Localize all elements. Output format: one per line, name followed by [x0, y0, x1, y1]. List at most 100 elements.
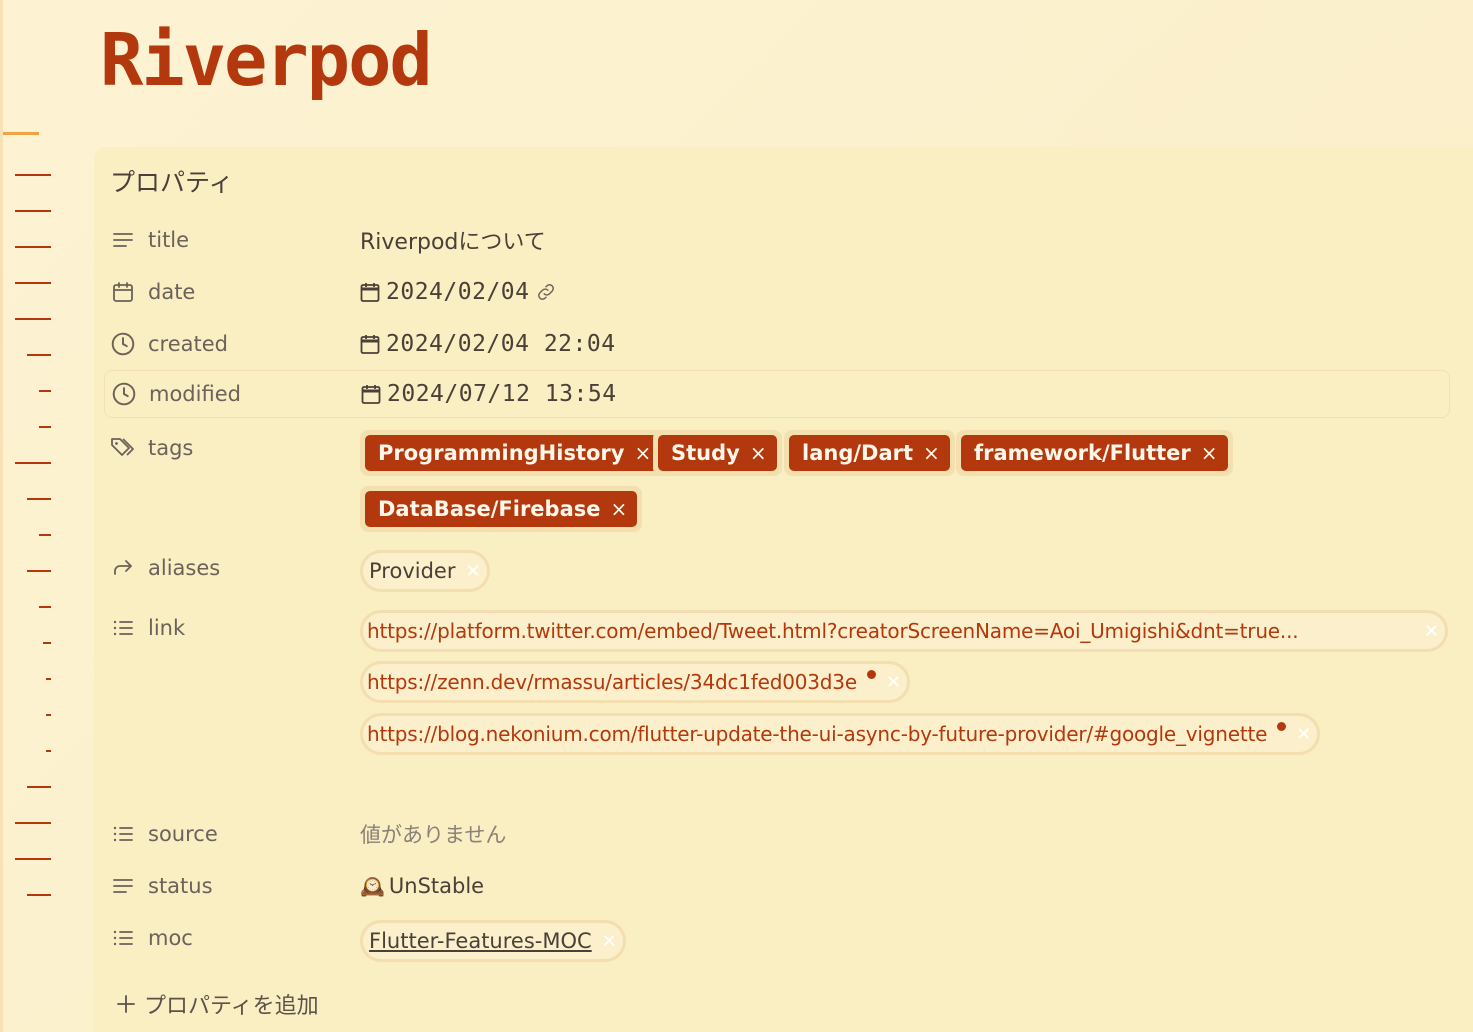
moc-chip[interactable]: Flutter-Features-MOC ✕: [360, 920, 626, 962]
outline-tick[interactable]: [15, 822, 51, 824]
status-value-text: UnStable: [388, 874, 485, 898]
outline-tick[interactable]: [46, 678, 51, 680]
property-row-title[interactable]: title Riverpodについて: [104, 218, 1450, 262]
remove-link-icon[interactable]: ✕: [1424, 621, 1439, 642]
property-row-moc[interactable]: moc: [104, 916, 1450, 960]
property-key-title[interactable]: title: [110, 218, 189, 262]
link-url[interactable]: https://zenn.dev/rmassu/articles/34dc1fe…: [367, 670, 857, 694]
tag-label: DataBase/Firebase: [378, 497, 601, 521]
text-lines-icon: [110, 227, 136, 253]
external-link-dot-icon: [866, 669, 876, 679]
property-row-date[interactable]: date 2024/02/04: [104, 270, 1450, 314]
property-key-modified[interactable]: modified: [111, 371, 241, 417]
property-key-label: title: [148, 228, 190, 252]
property-key-status[interactable]: status: [110, 864, 213, 908]
property-key-moc[interactable]: moc: [110, 916, 193, 960]
outline-tick[interactable]: [27, 786, 51, 788]
outline-tick[interactable]: [43, 642, 51, 644]
property-value-date[interactable]: 2024/02/04: [360, 270, 557, 314]
outline-tick[interactable]: [27, 570, 51, 572]
property-key-label: aliases: [148, 556, 221, 580]
page-title[interactable]: Riverpod: [100, 18, 433, 102]
link-icon[interactable]: [535, 281, 557, 303]
property-key-aliases[interactable]: aliases: [110, 546, 220, 590]
outline-tick[interactable]: [39, 426, 51, 428]
remove-tag-icon[interactable]: ×: [611, 497, 628, 521]
outline-tick[interactable]: [27, 354, 51, 356]
property-key-link[interactable]: link: [110, 606, 185, 650]
outline-tick[interactable]: [15, 282, 51, 284]
calendar-icon[interactable]: [360, 333, 380, 355]
outline-tick[interactable]: [39, 534, 51, 536]
list-icon: [110, 925, 136, 951]
tag-label: framework/Flutter: [974, 441, 1191, 465]
remove-tag-icon[interactable]: ×: [923, 441, 940, 465]
moc-link[interactable]: Flutter-Features-MOC: [369, 929, 592, 953]
property-row-modified[interactable]: modified 2024/07/12 13:54: [104, 370, 1450, 418]
list-icon: [110, 821, 136, 847]
outline-gutter: [0, 0, 60, 1032]
tag-chip[interactable]: ProgrammingHistory ×: [360, 430, 667, 476]
property-key-label: moc: [148, 926, 193, 950]
outline-tick[interactable]: [15, 858, 51, 860]
outline-tick[interactable]: [27, 894, 51, 896]
outline-tick[interactable]: [46, 714, 51, 716]
property-value-status[interactable]: 🕰️ UnStable: [360, 864, 484, 908]
tag-chip[interactable]: lang/Dart ×: [784, 430, 955, 476]
outline-tick[interactable]: [39, 390, 51, 392]
property-value-modified[interactable]: 2024/07/12 13:54: [361, 371, 617, 417]
property-key-label: modified: [149, 382, 241, 406]
link-chip[interactable]: https://platform.twitter.com/embed/Tweet…: [360, 610, 1448, 652]
add-property-button[interactable]: プロパティを追加: [116, 988, 319, 1020]
outline-tick[interactable]: [39, 606, 51, 608]
link-url[interactable]: https://blog.nekonium.com/flutter-update…: [367, 722, 1267, 746]
property-key-date[interactable]: date: [110, 270, 195, 314]
property-key-label: date: [148, 280, 196, 304]
alias-chip[interactable]: Provider ✕: [360, 550, 490, 592]
property-row-source[interactable]: source 値がありません: [104, 812, 1450, 856]
outline-tick-active[interactable]: [3, 132, 39, 135]
property-row-status[interactable]: status 🕰️ UnStable: [104, 864, 1450, 908]
clock-icon: [110, 331, 136, 357]
property-value-created[interactable]: 2024/02/04 22:04: [360, 322, 616, 366]
remove-tag-icon[interactable]: ×: [634, 441, 651, 465]
link-chip[interactable]: https://zenn.dev/rmassu/articles/34dc1fe…: [360, 661, 911, 703]
outline-tick[interactable]: [15, 246, 51, 248]
property-value-source[interactable]: 値がありません: [360, 812, 506, 856]
properties-heading[interactable]: プロパティ: [110, 163, 234, 199]
tag-chip[interactable]: DataBase/Firebase ×: [360, 486, 643, 532]
outline-tick[interactable]: [15, 462, 51, 464]
outline-tick[interactable]: [27, 498, 51, 500]
modified-value-text: 2024/07/12 13:54: [387, 381, 617, 407]
remove-link-icon[interactable]: ✕: [886, 672, 901, 693]
property-row-aliases[interactable]: aliases: [104, 546, 1450, 590]
calendar-icon: [110, 279, 136, 305]
calendar-icon[interactable]: [361, 383, 381, 405]
remove-tag-icon[interactable]: ×: [1201, 441, 1218, 465]
outline-tick[interactable]: [15, 318, 51, 320]
forward-arrow-icon: [110, 555, 136, 581]
tag-chip[interactable]: framework/Flutter ×: [956, 430, 1233, 476]
remove-tag-icon[interactable]: ×: [750, 441, 767, 465]
remove-alias-icon[interactable]: ✕: [465, 561, 480, 582]
property-key-created[interactable]: created: [110, 322, 228, 366]
remove-moc-icon[interactable]: ✕: [602, 931, 617, 952]
link-url[interactable]: https://platform.twitter.com/embed/Tweet…: [367, 619, 1299, 643]
tag-chip[interactable]: Study ×: [653, 430, 782, 476]
clock-icon: [111, 381, 137, 407]
tag-label: Study: [671, 441, 740, 465]
property-key-tags[interactable]: tags: [110, 426, 193, 470]
property-key-label: tags: [148, 436, 194, 460]
outline-tick[interactable]: [46, 750, 51, 752]
outline-tick[interactable]: [15, 210, 51, 212]
tag-label: lang/Dart: [802, 441, 914, 465]
calendar-icon[interactable]: [360, 281, 380, 303]
link-chip[interactable]: https://blog.nekonium.com/flutter-update…: [360, 713, 1321, 755]
property-value-title[interactable]: Riverpodについて: [360, 218, 546, 262]
plus-icon: [116, 994, 136, 1014]
remove-link-icon[interactable]: ✕: [1296, 724, 1311, 745]
property-key-source[interactable]: source: [110, 812, 218, 856]
property-row-created[interactable]: created 2024/02/04 22:04: [104, 322, 1450, 366]
outline-tick[interactable]: [15, 174, 51, 176]
property-key-label: status: [148, 874, 213, 898]
